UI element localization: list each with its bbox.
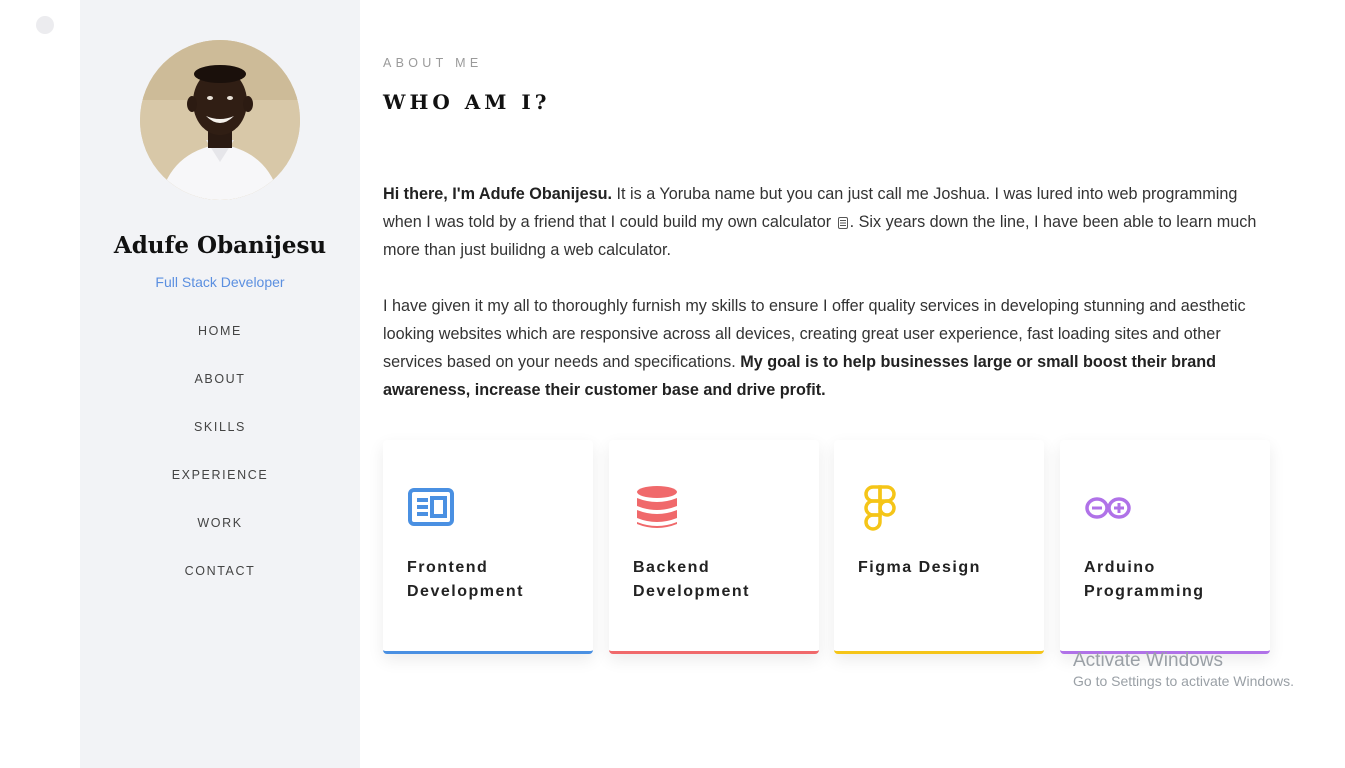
service-title: Arduino Programming	[1084, 559, 1205, 600]
watermark-subtitle: Go to Settings to activate Windows.	[1073, 673, 1294, 689]
arduino-icon	[1085, 497, 1131, 519]
theme-toggle[interactable]	[36, 16, 54, 34]
profile-role: Full Stack Developer	[155, 274, 285, 290]
service-cards: Frontend Development Backend Development	[383, 440, 1273, 654]
nav-item-about[interactable]: ABOUT	[80, 372, 360, 420]
avatar-photo	[140, 40, 300, 200]
figma-icon	[864, 485, 896, 531]
newspaper-icon	[408, 488, 454, 526]
service-card-backend[interactable]: Backend Development	[609, 440, 819, 654]
calculator-icon	[837, 217, 848, 229]
nav-item-work[interactable]: WORK	[80, 516, 360, 564]
intro-paragraph-1: Hi there, I'm Adufe Obanijesu. It is a Y…	[383, 180, 1273, 264]
service-card-figma[interactable]: Figma Design	[834, 440, 1044, 654]
nav-item-contact[interactable]: CONTACT	[80, 564, 360, 612]
avatar	[140, 40, 300, 200]
windows-activation-watermark: Activate Windows Go to Settings to activ…	[1073, 650, 1294, 689]
watermark-title: Activate Windows	[1073, 650, 1223, 671]
section-title: WHO AM I?	[383, 90, 551, 114]
profile-name: Adufe Obanijesu	[113, 232, 327, 259]
nav-item-home[interactable]: HOME	[80, 324, 360, 372]
nav-item-skills[interactable]: SKILLS	[80, 420, 360, 468]
service-title: Frontend Development	[407, 559, 524, 600]
nav-item-experience[interactable]: EXPERIENCE	[80, 468, 360, 516]
intro-greeting: Hi there, I'm Adufe Obanijesu.	[383, 185, 613, 203]
service-title: Backend Development	[633, 559, 750, 600]
section-kicker: ABOUT ME	[383, 56, 483, 70]
main-nav: HOME ABOUT SKILLS EXPERIENCE WORK CONTAC…	[80, 324, 360, 612]
service-title: Figma Design	[858, 559, 981, 576]
database-icon	[637, 486, 677, 528]
service-card-frontend[interactable]: Frontend Development	[383, 440, 593, 654]
sidebar: Adufe Obanijesu Full Stack Developer HOM…	[80, 0, 360, 768]
service-card-arduino[interactable]: Arduino Programming	[1060, 440, 1270, 654]
intro-paragraph-2: I have given it my all to thoroughly fur…	[383, 292, 1273, 404]
